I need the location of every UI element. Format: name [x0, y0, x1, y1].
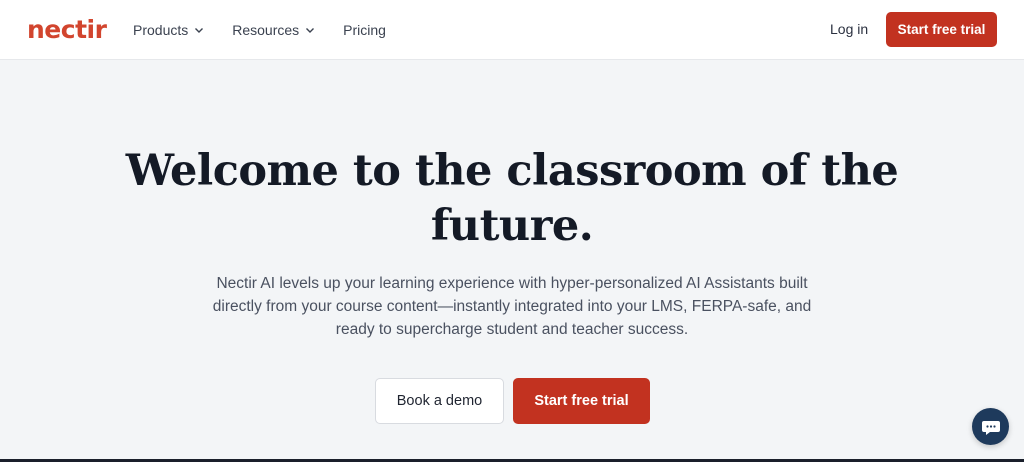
chat-widget-button[interactable] — [972, 408, 1009, 445]
start-free-trial-button-header[interactable]: Start free trial — [886, 12, 997, 47]
nav-item-resources[interactable]: Resources — [232, 22, 315, 38]
nectir-logo[interactable]: nectir — [27, 14, 107, 46]
hero-subtitle: Nectir AI levels up your learning experi… — [212, 275, 812, 338]
top-navigation-bar: nectir Products Resources Pricing Log in… — [0, 0, 1024, 60]
book-demo-button[interactable]: Book a demo — [375, 378, 504, 424]
nav-item-label: Resources — [232, 22, 300, 38]
start-free-trial-button[interactable]: Start free trial — [513, 378, 650, 424]
login-link[interactable]: Log in — [830, 21, 868, 37]
nav-item-label: Pricing — [343, 22, 386, 38]
chevron-down-icon — [194, 25, 204, 35]
chevron-down-icon — [305, 25, 315, 35]
nav-item-pricing[interactable]: Pricing — [343, 22, 386, 38]
chat-icon — [981, 417, 1001, 437]
nav-item-label: Products — [133, 22, 189, 38]
hero-title: Welcome to the classroom of the future. — [125, 146, 899, 251]
nav-item-products[interactable]: Products — [133, 22, 204, 38]
logo-text: nectir — [27, 15, 107, 44]
main-nav: Products Resources Pricing — [133, 0, 414, 60]
